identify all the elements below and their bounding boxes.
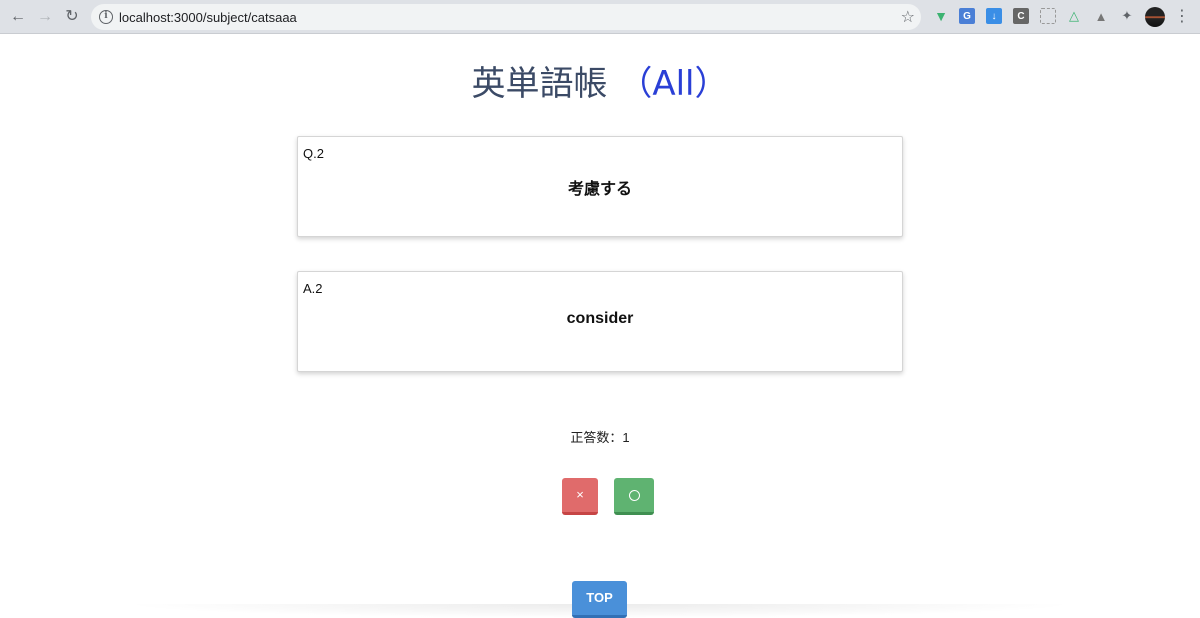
- question-text: 考慮する: [567, 181, 632, 198]
- title-text: 英単語帳: [471, 64, 608, 104]
- question-number: Q.2: [303, 146, 324, 161]
- screenshot-icon[interactable]: [1040, 8, 1056, 24]
- download-icon[interactable]: ↓: [986, 8, 1002, 24]
- circle-icon: [628, 489, 640, 501]
- vue-devtools-icon[interactable]: ▼: [933, 8, 949, 24]
- page-title: 英単語帳 （All）: [0, 56, 1200, 105]
- question-card: Q.2 考慮する: [297, 136, 903, 237]
- site-info-icon[interactable]: i: [99, 10, 113, 24]
- subject-name: （All）: [618, 64, 729, 104]
- more-menu-icon[interactable]: ⋮: [1174, 6, 1190, 28]
- puzzle-extensions-icon[interactable]: ✦: [1119, 8, 1135, 24]
- answer-text: consider: [566, 310, 634, 327]
- profile-avatar[interactable]: [1145, 7, 1165, 27]
- bookmark-star-icon[interactable]: ☆: [901, 7, 915, 27]
- address-bar[interactable]: i localhost:3000/subject/catsaaa ☆: [91, 4, 921, 30]
- extension-c-icon[interactable]: C: [1013, 8, 1029, 24]
- answer-number: A.2: [303, 281, 323, 296]
- forward-icon[interactable]: →: [34, 6, 56, 28]
- reload-icon[interactable]: ↻: [61, 6, 83, 28]
- nuxt-icon[interactable]: △: [1066, 8, 1082, 24]
- translate-icon[interactable]: G: [959, 8, 975, 24]
- correct-button[interactable]: [614, 478, 654, 515]
- url-text[interactable]: localhost:3000/subject/catsaaa: [119, 10, 297, 25]
- answer-card: A.2 consider: [297, 271, 903, 372]
- top-button[interactable]: TOP: [572, 581, 627, 618]
- wrong-button[interactable]: ×: [562, 478, 598, 515]
- browser-toolbar: ← → ↻ i localhost:3000/subject/catsaaa ☆…: [0, 0, 1200, 34]
- correct-count: 正答数：1: [570, 430, 630, 445]
- thumbs-up-icon[interactable]: ▲: [1093, 8, 1109, 24]
- back-icon[interactable]: ←: [7, 6, 29, 28]
